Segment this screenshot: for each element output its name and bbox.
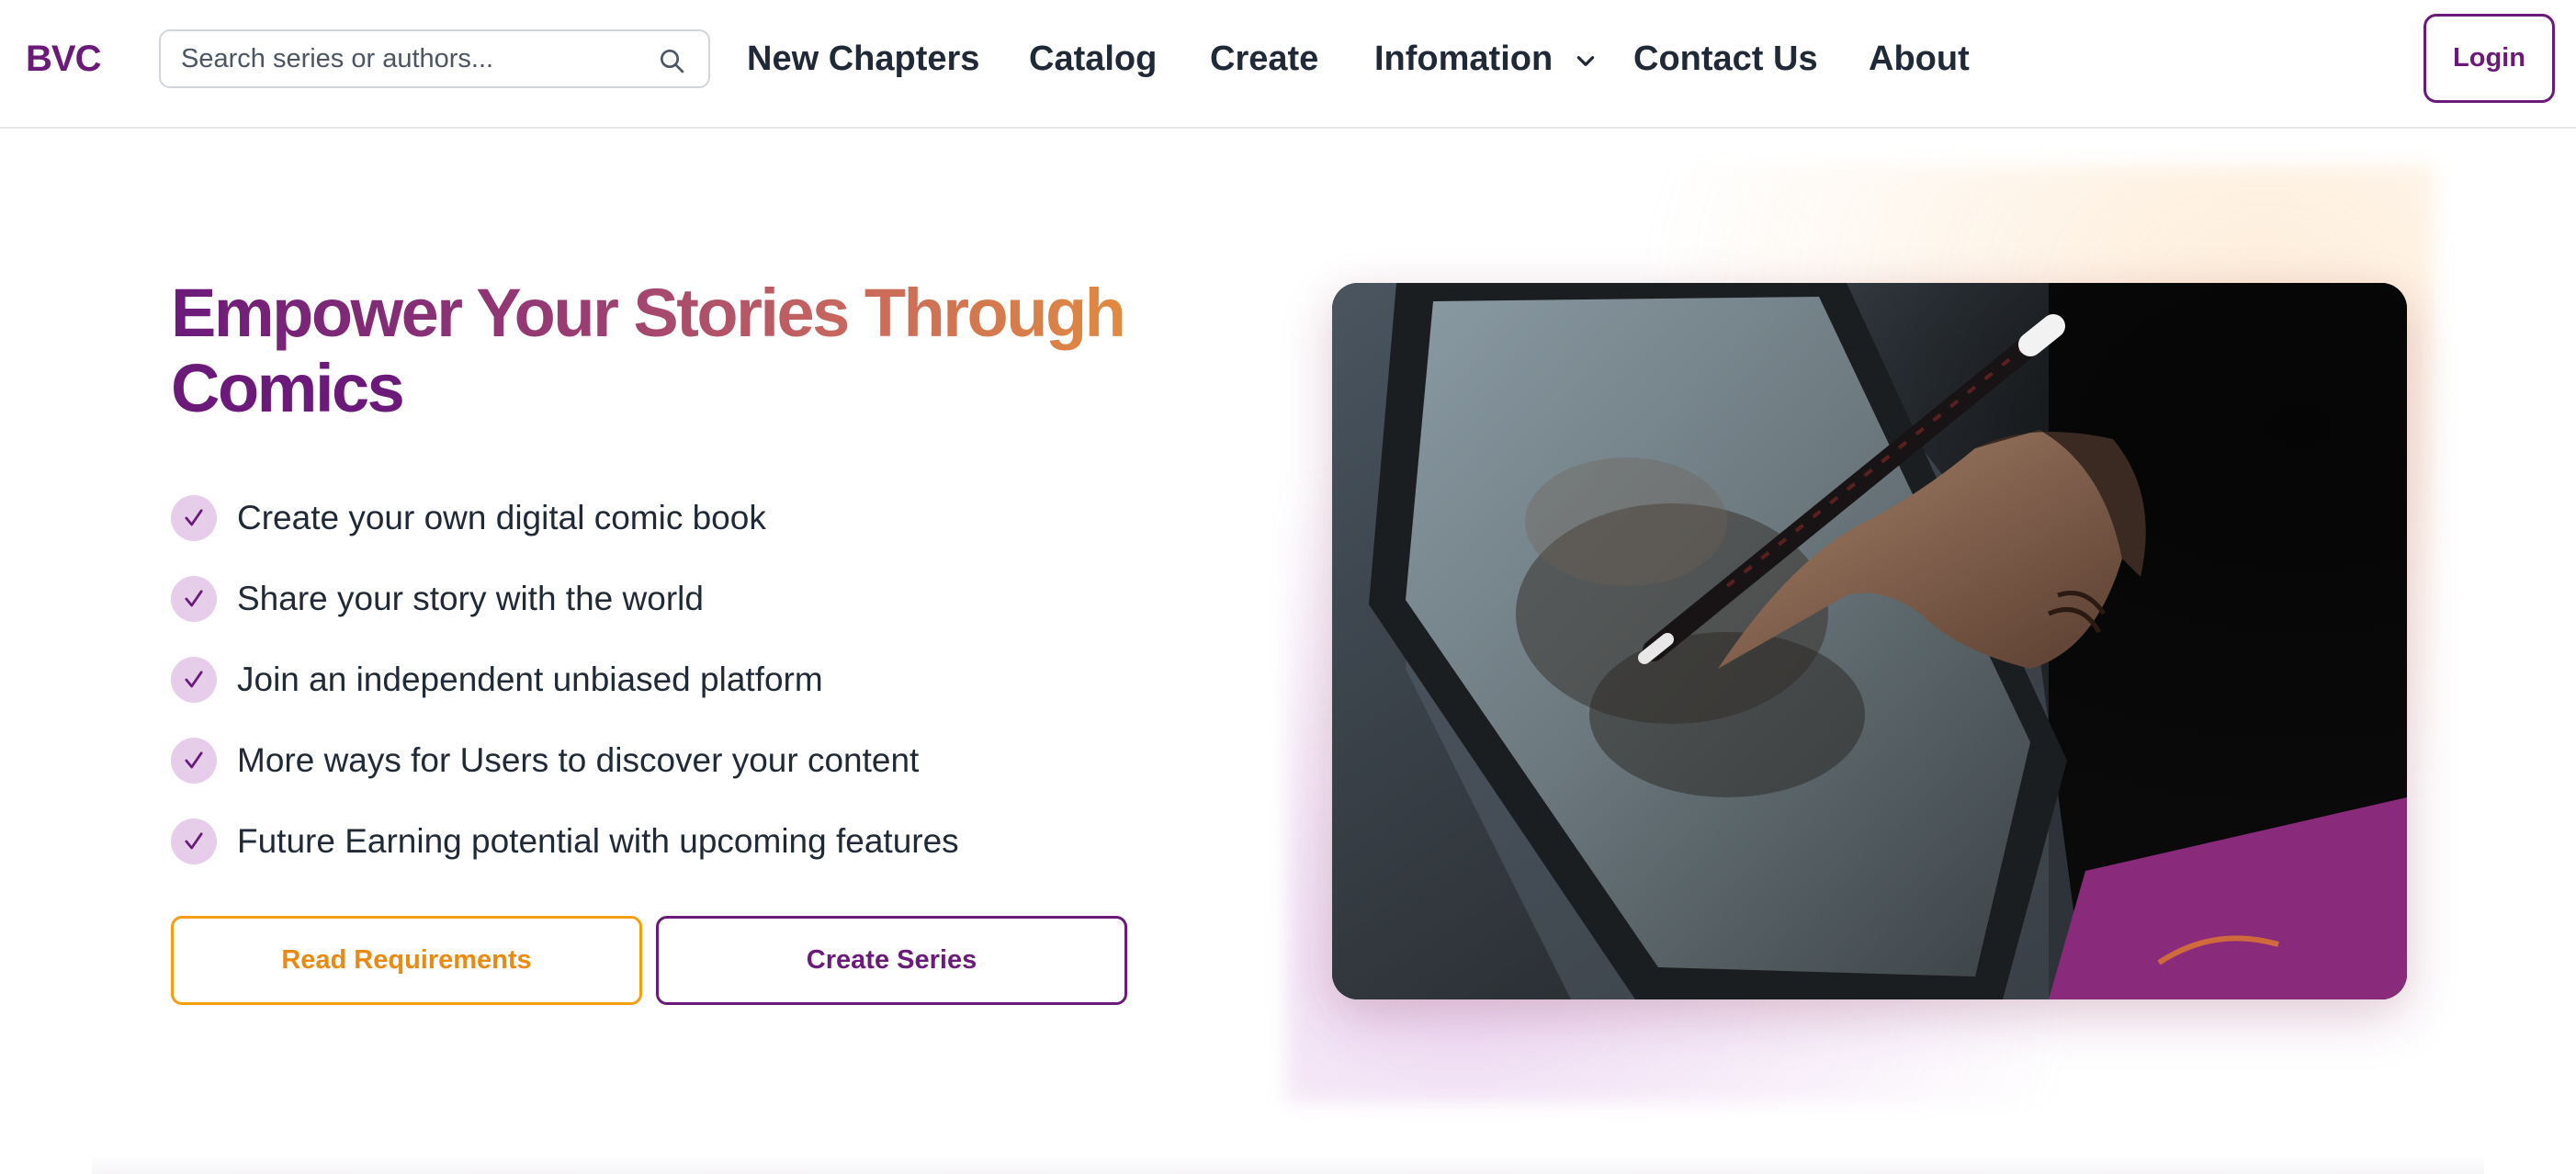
- hero-illustration: [1332, 283, 2407, 999]
- nav-information-label: Infomation: [1374, 40, 1554, 78]
- feature-text: More ways for Users to discover your con…: [237, 741, 920, 779]
- feature-item: Join an independent unbiased platform: [171, 639, 1135, 720]
- login-button[interactable]: Login: [2423, 14, 2555, 103]
- nav-contact-us[interactable]: Contact Us: [1633, 35, 1818, 83]
- check-icon: [171, 818, 217, 864]
- hero-title-line1: Empower Your Stories Through: [171, 275, 1126, 351]
- hero-image: [1332, 283, 2407, 999]
- feature-item: Share your story with the world: [171, 559, 1135, 639]
- check-icon: [171, 576, 217, 622]
- search-input[interactable]: [181, 40, 640, 77]
- nav-catalog-label: Catalog: [1029, 40, 1158, 78]
- feature-text: Future Earning potential with upcoming f…: [237, 822, 959, 860]
- create-series-button[interactable]: Create Series: [656, 916, 1127, 1005]
- section-divider: [92, 1156, 2484, 1174]
- feature-text: Create your own digital comic book: [237, 499, 766, 536]
- feature-item: More ways for Users to discover your con…: [171, 720, 1135, 801]
- logo[interactable]: BVC: [26, 37, 101, 81]
- nav-about[interactable]: About: [1869, 35, 1970, 83]
- feature-text: Share your story with the world: [237, 580, 704, 617]
- feature-item: Create your own digital comic book: [171, 478, 1135, 559]
- hero-title: Empower Your Stories Through Comics: [171, 276, 1181, 426]
- nav-information-dropdown[interactable]: Infomation: [1374, 35, 1598, 83]
- hero-title-line2: Comics: [171, 350, 405, 426]
- check-icon: [171, 738, 217, 784]
- nav-about-label: About: [1869, 40, 1970, 78]
- nav-create-label: Create: [1210, 40, 1319, 78]
- nav-new-chapters-label: New Chapters: [747, 40, 980, 78]
- nav-new-chapters[interactable]: New Chapters: [747, 35, 979, 83]
- search-icon[interactable]: [657, 46, 686, 75]
- search-box[interactable]: [159, 29, 710, 88]
- check-icon: [171, 657, 217, 703]
- chevron-down-icon: [1576, 56, 1594, 66]
- nav-create[interactable]: Create: [1210, 35, 1318, 83]
- nav-contact-us-label: Contact Us: [1633, 40, 1818, 78]
- read-requirements-button[interactable]: Read Requirements: [171, 916, 642, 1005]
- navbar: BVC New Chapters Catalog Create Infomati…: [0, 0, 2576, 129]
- feature-text: Join an independent unbiased platform: [237, 660, 823, 698]
- check-icon: [171, 495, 217, 541]
- feature-item: Future Earning potential with upcoming f…: [171, 801, 1135, 882]
- nav-catalog[interactable]: Catalog: [1029, 35, 1157, 83]
- feature-list: Create your own digital comic book Share…: [171, 478, 1135, 882]
